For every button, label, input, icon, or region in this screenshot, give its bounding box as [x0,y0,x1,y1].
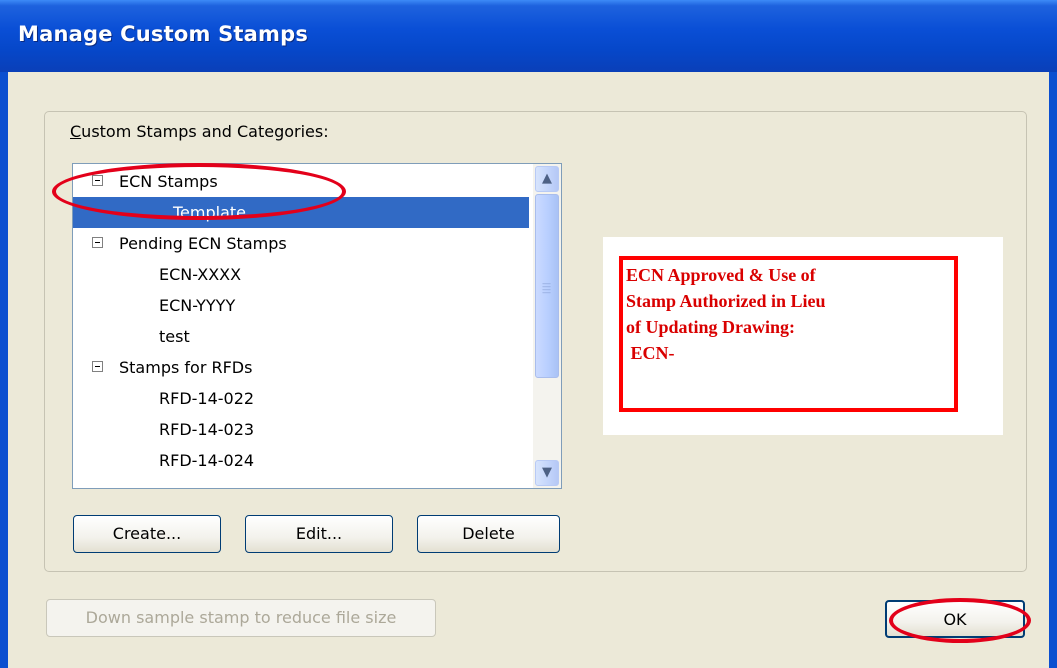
tree-item-rfd-14-024[interactable]: RFD-14-024 [73,445,529,476]
tree-item-label: RFD-14-022 [159,389,255,408]
tree-item-test[interactable]: test [73,321,529,352]
create-button-label: Create... [112,524,182,543]
tree-item-rfd-14-022[interactable]: RFD-14-022 [73,383,529,414]
tree-category-stamps-for-rfds[interactable]: Stamps for RFDs [73,352,529,383]
tree-item-label: RFD-14-023 [159,420,255,439]
highlight-ellipse-ecn-stamps [52,163,346,220]
window-title: Manage Custom Stamps [18,22,309,46]
tree-item-label: test [159,327,190,346]
group-label-rest: ustom Stamps and Categories: [81,122,329,141]
scroll-thumb[interactable]: — — — — [535,194,559,378]
scroll-up-button[interactable]: ▲ [535,166,559,192]
tree-item-rfd-14-023[interactable]: RFD-14-023 [73,414,529,445]
downsample-stamp-button[interactable]: Down sample stamp to reduce file size [46,599,436,637]
delete-button-label: Delete [462,524,515,543]
chevron-down-icon: ▼ [542,465,552,480]
tree-item-ecn-yyyy[interactable]: ECN-YYYY [73,290,529,321]
tree-category-pending-ecn-stamps[interactable]: Pending ECN Stamps [73,228,529,259]
scroll-down-button[interactable]: ▼ [535,460,559,486]
tree-item-label: Pending ECN Stamps [119,234,287,253]
vertical-scrollbar[interactable]: ▲ — — — — ▼ [533,164,561,488]
stamp-preview-line: ECN Approved & Use of [626,265,816,285]
edit-button-label: Edit... [295,524,343,543]
title-bar[interactable]: Manage Custom Stamps [0,0,1057,72]
collapse-toggle-icon[interactable] [92,361,103,372]
edit-button[interactable]: Edit... [245,515,393,553]
downsample-button-label: Down sample stamp to reduce file size [85,608,397,627]
delete-button[interactable]: Delete [417,515,560,553]
highlight-ellipse-ok [889,598,1031,643]
collapse-toggle-icon[interactable] [92,237,103,248]
tree-item-label: RFD-14-024 [159,451,255,470]
tree-item-ecn-xxxx[interactable]: ECN-XXXX [73,259,529,290]
tree-item-label: ECN-XXXX [159,265,242,284]
grip-icon: — — — — [542,279,551,298]
stamp-preview-line: of Updating Drawing: [626,317,796,337]
tree-item-label: Stamps for RFDs [119,358,253,377]
group-label: Custom Stamps and Categories: [70,122,329,141]
stamp-preview-line: Stamp Authorized in Lieu [626,291,826,311]
chevron-up-icon: ▲ [542,171,552,186]
dialog-window: Manage Custom Stamps Custom Stamps and C… [0,0,1057,668]
tree-item-label: ECN-YYYY [159,296,236,315]
window-frame-right [1049,72,1057,668]
window-frame-left [0,72,8,668]
stamp-preview-line: ECN- [626,343,675,363]
group-label-mnemonic: C [70,122,82,141]
create-button[interactable]: Create... [73,515,221,553]
